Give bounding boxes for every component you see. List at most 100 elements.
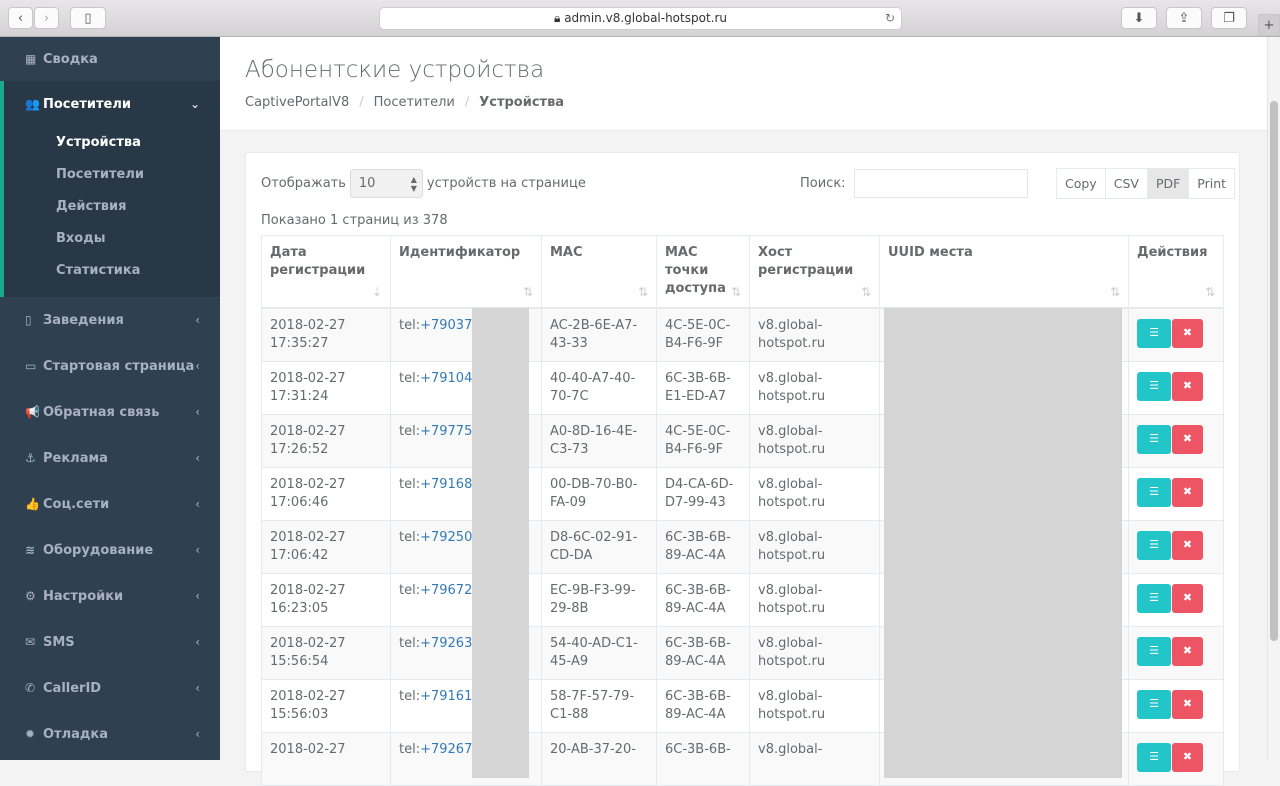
ap-mac-cell: D4-CA-6D-D7-99-43 (656, 466, 750, 521)
edit-button[interactable]: ☰ (1137, 689, 1171, 719)
page-size-select[interactable]: 10 ▲ ▼ (349, 169, 423, 198)
devices-card: Отображать 10 ▲ ▼ устройств на странице По… (245, 152, 1240, 786)
actions-cell: ☰ ✖ (1128, 625, 1224, 680)
edit-button[interactable]: ☰ (1137, 583, 1171, 613)
scrollbar[interactable] (1267, 37, 1280, 760)
download-icon[interactable]: ⬇ (1121, 7, 1157, 29)
breadcrumb-visitors[interactable]: Посетители (374, 95, 455, 110)
sidebar-toggle-icon[interactable]: ▯ (70, 7, 106, 29)
chevron-left-icon: ‹ (195, 681, 200, 695)
sidebar-subitem[interactable]: Устройства (4, 127, 220, 159)
sidebar-item-9[interactable]: ✉ SMS ‹ (0, 619, 220, 665)
sidebar-item-6[interactable]: 👍 Соц.сети ‹ (0, 481, 220, 527)
anchor-icon: ⚓ (25, 451, 36, 465)
forward-button[interactable]: › (34, 7, 59, 29)
column-header[interactable]: Действия ⇅ (1128, 235, 1224, 309)
delete-button[interactable]: ✖ (1172, 742, 1203, 772)
column-header[interactable]: MAC точки доступа ⇅ (656, 235, 750, 309)
date-cell: 2018-02-27 17:35:27 (261, 307, 391, 362)
delete-button[interactable]: ✖ (1172, 583, 1203, 613)
actions-cell: ☰ ✖ (1128, 466, 1224, 521)
csv-button[interactable]: CSV (1104, 168, 1148, 199)
phone-icon: ✆ (25, 681, 36, 695)
date-cell: 2018-02-27 17:06:42 (261, 519, 391, 574)
sidebar-item-2[interactable]: ▯ Заведения ‹ (0, 297, 220, 343)
page-header: Абонентские устройства CaptivePortalV8/П… (220, 37, 1267, 131)
sidebar-subitem[interactable]: Статистика (4, 255, 220, 287)
delete-button[interactable]: ✖ (1172, 371, 1203, 401)
sidebar-item-label: Реклама (43, 450, 108, 466)
building-icon: ▯ (25, 313, 32, 327)
column-title: MAC (550, 245, 583, 260)
column-header[interactable]: Идентификатор ⇅ (390, 235, 542, 309)
copy-button[interactable]: Copy (1056, 168, 1106, 199)
sidebar-item-4[interactable]: 📢 Обратная связь ‹ (0, 389, 220, 435)
column-header[interactable]: Хост регистрации ⇅ (749, 235, 880, 309)
sidebar-subitem[interactable]: Посетители (4, 159, 220, 191)
browser-toolbar: ‹ › ▯ 🔒︎ admin.v8.global-hotspot.ru ↻ ⬇ ⇪… (0, 0, 1280, 37)
breadcrumb-current: Устройства (479, 95, 565, 110)
select-arrows-icon: ▲ ▼ (410, 175, 417, 193)
edit-button[interactable]: ☰ (1137, 371, 1171, 401)
delete-button[interactable]: ✖ (1172, 318, 1203, 348)
column-header[interactable]: MAC ⇅ (541, 235, 657, 309)
identifier-prefix: tel: (399, 317, 421, 333)
column-header[interactable]: Дата регистрации ⇣ (261, 235, 391, 309)
sort-icon: ⇅ (860, 284, 871, 299)
print-button[interactable]: Print (1188, 168, 1236, 199)
sidebar-item-5[interactable]: ⚓ Реклама ‹ (0, 435, 220, 481)
desktop-icon: ▭ (25, 359, 37, 373)
pdf-button[interactable]: PDF (1146, 168, 1190, 199)
edit-button[interactable]: ☰ (1137, 477, 1171, 507)
show-label: Отображать (261, 176, 346, 191)
edit-button[interactable]: ☰ (1137, 636, 1171, 666)
delete-button[interactable]: ✖ (1172, 477, 1203, 507)
sort-icon: ⇅ (1109, 284, 1120, 299)
new-tab-icon[interactable]: + (1258, 14, 1280, 36)
url-text: admin.v8.global-hotspot.ru (564, 11, 728, 25)
back-button[interactable]: ‹ (8, 7, 33, 29)
scrollbar-thumb[interactable] (1270, 101, 1278, 641)
identifier-prefix: tel: (399, 529, 421, 545)
date-cell: 2018-02-27 15:56:03 (261, 678, 391, 733)
edit-button[interactable]: ☰ (1137, 530, 1171, 560)
sidebar-item-3[interactable]: ▭ Стартовая страница ‹ (0, 343, 220, 389)
edit-button[interactable]: ☰ (1137, 424, 1171, 454)
breadcrumb-home[interactable]: CaptivePortalV8 (245, 95, 349, 110)
sidebar-item-label: Настройки (43, 588, 124, 604)
search-input[interactable] (853, 169, 1028, 198)
sidebar-item-7[interactable]: ≋ Оборудование ‹ (0, 527, 220, 573)
edit-button[interactable]: ☰ (1137, 318, 1171, 348)
tabs-icon[interactable]: ❐ (1211, 7, 1247, 29)
mac-cell: A0-8D-16-4E-C3-73 (541, 413, 657, 468)
share-icon[interactable]: ⇪ (1166, 7, 1202, 29)
host-cell: v8.global-hotspot.ru (749, 678, 880, 733)
mac-cell: 20-AB-37-20- (541, 731, 657, 786)
chevron-left-icon: ‹ (195, 451, 200, 465)
sidebar-item-1[interactable]: 👥 Посетители ⌄ (4, 81, 220, 127)
edit-button[interactable]: ☰ (1137, 742, 1171, 772)
reload-icon[interactable]: ↻ (885, 8, 895, 29)
address-bar[interactable]: 🔒︎ admin.v8.global-hotspot.ru ↻ (379, 7, 902, 30)
delete-button[interactable]: ✖ (1172, 424, 1203, 454)
actions-cell: ☰ ✖ (1128, 731, 1224, 786)
sidebar-item-10[interactable]: ✆ CallerID ‹ (0, 665, 220, 711)
column-header[interactable]: UUID места ⇅ (879, 235, 1129, 309)
sidebar-subitem[interactable]: Действия (4, 191, 220, 223)
sidebar-item-8[interactable]: ⚙ Настройки ‹ (0, 573, 220, 619)
search-label: Поиск: (800, 176, 846, 191)
host-cell: v8.global-hotspot.ru (749, 360, 880, 415)
delete-button[interactable]: ✖ (1172, 530, 1203, 560)
search-control: Поиск: (800, 169, 1028, 198)
sidebar-item-11[interactable]: ✹ Отладка ‹ (0, 711, 220, 757)
column-title: Дата регистрации (270, 245, 366, 278)
sidebar-item-0[interactable]: ▦ Сводка (0, 37, 220, 81)
bug-icon: ✹ (25, 727, 36, 741)
sidebar-subitem[interactable]: Входы (4, 223, 220, 255)
delete-button[interactable]: ✖ (1172, 689, 1203, 719)
chevron-left-icon: ‹ (195, 727, 200, 741)
sidebar-item-label: CallerID (43, 680, 102, 696)
delete-button[interactable]: ✖ (1172, 636, 1203, 666)
ap-mac-cell: 4C-5E-0C-B4-F6-9F (656, 307, 750, 362)
redaction-block (472, 308, 529, 778)
